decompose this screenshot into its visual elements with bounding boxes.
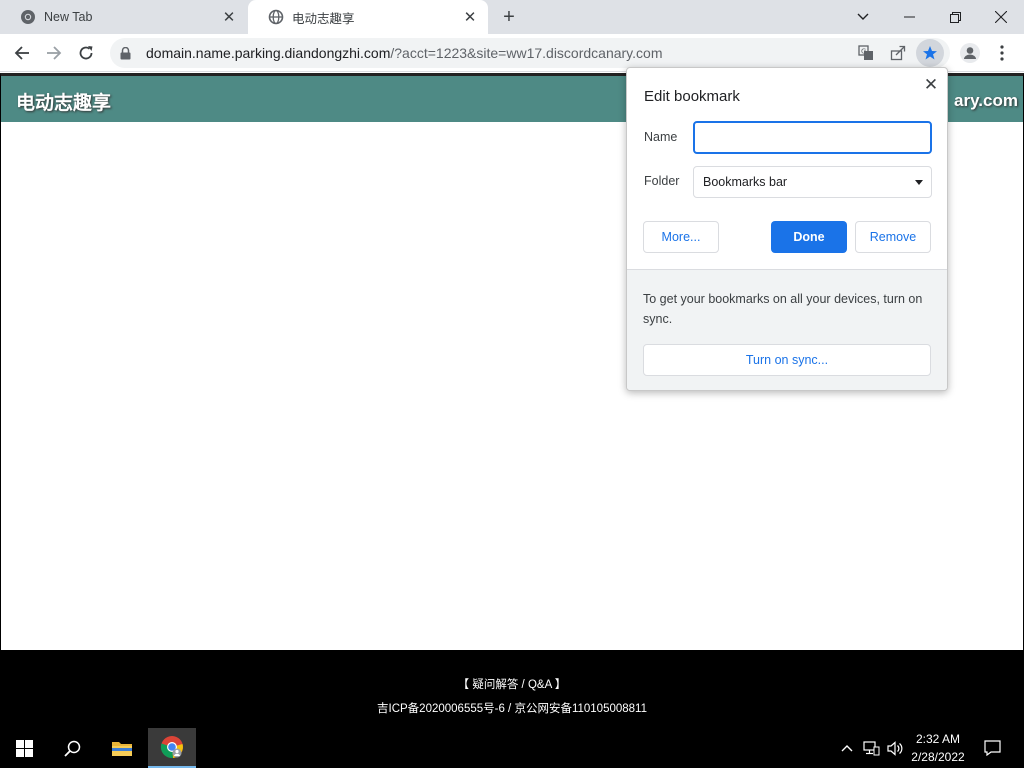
reload-icon[interactable]: [71, 38, 101, 68]
edit-bookmark-dialog: Edit bookmark ✕ Name Folder Bookmarks ba…: [626, 67, 948, 391]
url-host: domain.name.parking.diandongzhi.com: [146, 45, 391, 61]
address-bar[interactable]: domain.name.parking.diandongzhi.com/?acc…: [110, 38, 950, 68]
dropdown-caret-icon: [915, 180, 923, 185]
search-icon[interactable]: [48, 728, 96, 768]
site-title[interactable]: 电动志趣享: [16, 88, 111, 115]
folder-select[interactable]: Bookmarks bar: [693, 166, 932, 198]
chrome-icon: [20, 9, 36, 25]
back-arrow-icon[interactable]: [7, 38, 37, 68]
tab-new-tab[interactable]: New Tab ✕: [0, 0, 247, 34]
clock-time: 2:32 AM: [915, 732, 961, 746]
close-tab-icon[interactable]: ✕: [219, 7, 239, 27]
sync-promo-text: To get your bookmarks on all your device…: [643, 292, 923, 326]
sync-promo-section: To get your bookmarks on all your device…: [627, 269, 947, 390]
dialog-title: Edit bookmark: [644, 88, 740, 105]
tab-title: 电动志趣享: [292, 11, 355, 26]
more-button[interactable]: More...: [643, 221, 719, 253]
translate-icon[interactable]: G: [852, 39, 880, 67]
folder-label: Folder: [644, 174, 680, 188]
system-clock[interactable]: 2:32 AM 2/28/2022: [905, 730, 971, 766]
file-explorer-icon[interactable]: [98, 728, 146, 768]
minimize-icon[interactable]: [886, 0, 932, 34]
lock-icon[interactable]: [120, 46, 136, 60]
done-button[interactable]: Done: [771, 221, 847, 253]
bookmark-star-icon[interactable]: [916, 39, 944, 67]
site-footer: 【 疑问解答 / Q&A 】 吉ICP备2020006555号-6 / 京公网安…: [0, 650, 1024, 728]
share-icon[interactable]: [884, 39, 912, 67]
footer-faq-link[interactable]: 【 疑问解答 / Q&A 】: [0, 676, 1024, 692]
url-path: /?acct=1223&site=ww17.discordcanary.com: [390, 45, 663, 61]
svg-text:G: G: [861, 48, 866, 56]
windows-taskbar: 2:32 AM 2/28/2022: [0, 728, 1024, 768]
close-window-icon[interactable]: [978, 0, 1024, 34]
close-tab-icon[interactable]: ✕: [460, 7, 480, 27]
bookmark-name-input[interactable]: [693, 121, 932, 154]
clock-date: 2/28/2022: [911, 750, 965, 764]
tab-active-site[interactable]: 电动志趣享 ✕: [248, 0, 488, 34]
show-hidden-icons-chevron-icon[interactable]: [838, 728, 856, 768]
network-icon[interactable]: [860, 728, 882, 768]
volume-icon[interactable]: [884, 728, 906, 768]
footer-icp-text: 吉ICP备2020006555号-6 / 京公网安备110105008811: [377, 703, 647, 715]
windows-start-icon[interactable]: [0, 728, 48, 768]
remove-button[interactable]: Remove: [855, 221, 931, 253]
new-tab-plus-icon[interactable]: +: [498, 6, 520, 28]
tab-strip: New Tab ✕ 电动志趣享 ✕ +: [0, 0, 1024, 34]
profile-avatar-icon[interactable]: [956, 39, 984, 67]
forward-arrow-icon[interactable]: [39, 38, 69, 68]
notification-center-icon[interactable]: [978, 728, 1006, 768]
name-label: Name: [644, 130, 678, 144]
tab-title: New Tab: [44, 10, 93, 24]
tab-search-chevron-icon[interactable]: [840, 0, 886, 34]
turn-on-sync-button[interactable]: Turn on sync...: [643, 344, 931, 376]
chrome-taskbar-icon[interactable]: [148, 728, 196, 768]
menu-kebab-icon[interactable]: [988, 39, 1016, 67]
restore-icon[interactable]: [932, 0, 978, 34]
folder-select-value: Bookmarks bar: [703, 175, 788, 189]
globe-icon: [268, 9, 284, 25]
site-domain: ary.com: [954, 91, 1018, 110]
close-icon[interactable]: ✕: [920, 74, 942, 96]
